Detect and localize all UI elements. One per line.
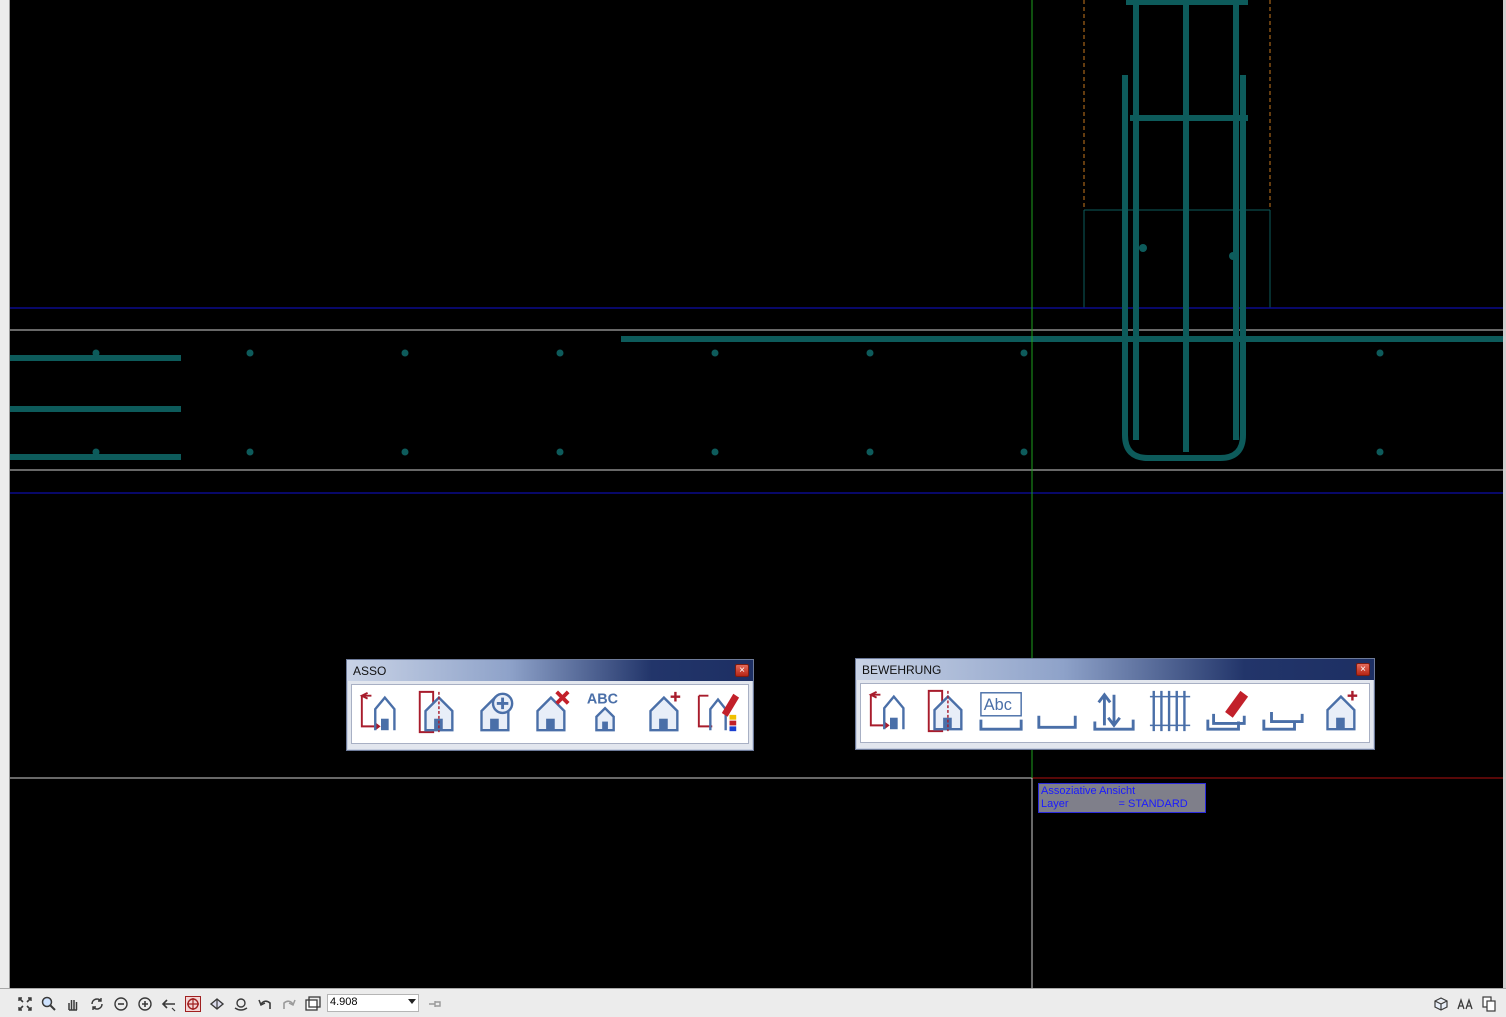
assoc-new-icon: [639, 688, 685, 741]
svg-text:ABC: ABC: [586, 691, 617, 707]
rebar-dot-bottom-6: [1020, 448, 1028, 456]
asso-tool-button-6[interactable]: [636, 687, 688, 741]
asso-toolbar-title: ASSO: [353, 664, 387, 678]
bewehrung-toolbar-close-button[interactable]: ×: [1356, 663, 1370, 676]
cage-node-left: [1139, 244, 1147, 252]
cad-drawing-canvas[interactable]: [10, 0, 1503, 988]
assoc-delete-icon: [526, 688, 572, 741]
rebar-stirrup-icon: [1035, 687, 1081, 740]
bewehrung-toolbar[interactable]: BEWEHRUNG × Abc: [855, 658, 1375, 750]
zoom-scale-combobox[interactable]: 4.908: [327, 994, 419, 1012]
bewehrung-tool-button-9[interactable]: [1313, 686, 1365, 740]
rebar-dot-top-0: [92, 349, 100, 357]
bewehrung-toolbar-titlebar[interactable]: BEWEHRUNG ×: [856, 659, 1374, 680]
bewehrung-tool-button-3[interactable]: Abc: [976, 686, 1028, 740]
bewehrung-tool-button-7[interactable]: [1201, 686, 1253, 740]
bewehrung-tool-button-5[interactable]: [1088, 686, 1140, 740]
rebar-dot-top-1: [246, 349, 254, 357]
zoom-window-icon[interactable]: [40, 995, 58, 1013]
rebar-distribution-icon: [1148, 687, 1194, 740]
rebar-view-icon: [867, 687, 913, 740]
orbit-icon[interactable]: [208, 995, 226, 1013]
rebar-label-abc-icon: Abc: [979, 687, 1025, 740]
rebar-dot-top-3: [556, 349, 564, 357]
bewehrung-tool-button-8[interactable]: [1257, 686, 1309, 740]
rebar-dot-bottom-4: [711, 448, 719, 456]
bewehrung-tool-button-2[interactable]: [920, 686, 972, 740]
snap-grid-icon[interactable]: [184, 995, 202, 1013]
plot-frame-icon[interactable]: [304, 995, 322, 1013]
tooltip-title: Assoziative Ansicht: [1041, 785, 1136, 797]
bewehrung-toolbar-title: BEWEHRUNG: [862, 663, 942, 677]
close-icon: ×: [739, 665, 745, 676]
asso-tool-button-7[interactable]: [692, 687, 744, 741]
cage-node-right: [1229, 252, 1237, 260]
asso-toolbar-close-button[interactable]: ×: [735, 664, 749, 677]
asso-tool-button-3[interactable]: [467, 687, 519, 741]
bewehrung-toolbar-buttons: Abc: [860, 683, 1370, 743]
redo-icon[interactable]: [280, 995, 298, 1013]
zoom-in-icon[interactable]: [136, 995, 154, 1013]
view-3d-icon[interactable]: [1432, 995, 1450, 1013]
left-window-edge: [0, 0, 10, 988]
previous-view-icon[interactable]: [160, 995, 178, 1013]
rebar-dot-bottom-1: [246, 448, 254, 456]
rebar-dot-top-2: [401, 349, 409, 357]
chevron-down-icon[interactable]: [408, 999, 416, 1004]
text-scale-icon[interactable]: [1456, 995, 1474, 1013]
pin-icon[interactable]: [426, 995, 444, 1013]
asso-toolbar-buttons: ABC: [351, 684, 749, 744]
bewehrung-tool-button-4[interactable]: [1032, 686, 1084, 740]
rebar-schedule-icon: [1260, 687, 1306, 740]
hover-tooltip: Assoziative Ansicht Layer = STANDARD: [1038, 783, 1206, 813]
zoom-scale-value: 4.908: [330, 996, 358, 1008]
rebar-new-icon: [1316, 687, 1362, 740]
close-icon: ×: [1360, 664, 1366, 675]
assoc-add-icon: [470, 688, 516, 741]
pan-icon[interactable]: [64, 995, 82, 1013]
rebar-dot-top-7: [1376, 349, 1384, 357]
drawing-svg: [10, 0, 1503, 988]
zoom-all-icon[interactable]: [16, 995, 34, 1013]
asso-tool-button-5[interactable]: ABC: [580, 687, 632, 741]
rebar-dot-top-5: [866, 349, 874, 357]
assoc-label-abc-icon: ABC: [583, 688, 629, 741]
assoc-edit-layer-icon: [695, 688, 741, 741]
undo-icon[interactable]: [256, 995, 274, 1013]
asso-tool-button-2[interactable]: [411, 687, 463, 741]
assoc-view-icon: [358, 688, 404, 741]
rebar-dot-bottom-3: [556, 448, 564, 456]
bewehrung-tool-button-1[interactable]: [864, 686, 916, 740]
tooltip-layer-value: = STANDARD: [1118, 798, 1188, 810]
status-bar: 4.908: [0, 988, 1506, 1017]
rebar-dot-bottom-0: [92, 448, 100, 456]
bewehrung-tool-button-6[interactable]: [1145, 686, 1197, 740]
rebar-dot-top-4: [711, 349, 719, 357]
assoc-section-icon: [414, 688, 460, 741]
asso-toolbar[interactable]: ASSO × ABC: [346, 659, 754, 751]
tooltip-layer-row: Layer = STANDARD: [1041, 798, 1203, 811]
rebar-bend-icon: [1091, 687, 1137, 740]
zoom-out-icon[interactable]: [112, 995, 130, 1013]
asso-tool-button-4[interactable]: [523, 687, 575, 741]
rebar-dot-top-6: [1020, 349, 1028, 357]
copy-doc-icon[interactable]: [1480, 995, 1498, 1013]
rebar-edit-icon: [1204, 687, 1250, 740]
rotate-view-icon[interactable]: [232, 995, 250, 1013]
tooltip-layer-label: Layer: [1041, 798, 1069, 810]
asso-tool-button-1[interactable]: [355, 687, 407, 741]
rebar-dot-bottom-7: [1376, 448, 1384, 456]
column-rebar-cage: [1122, 0, 1248, 461]
rebar-dot-bottom-2: [401, 448, 409, 456]
rebar-dot-bottom-5: [866, 448, 874, 456]
svg-text:Abc: Abc: [984, 696, 1012, 714]
redraw-icon[interactable]: [88, 995, 106, 1013]
rebar-section-icon: [923, 687, 969, 740]
asso-toolbar-titlebar[interactable]: ASSO ×: [347, 660, 753, 681]
